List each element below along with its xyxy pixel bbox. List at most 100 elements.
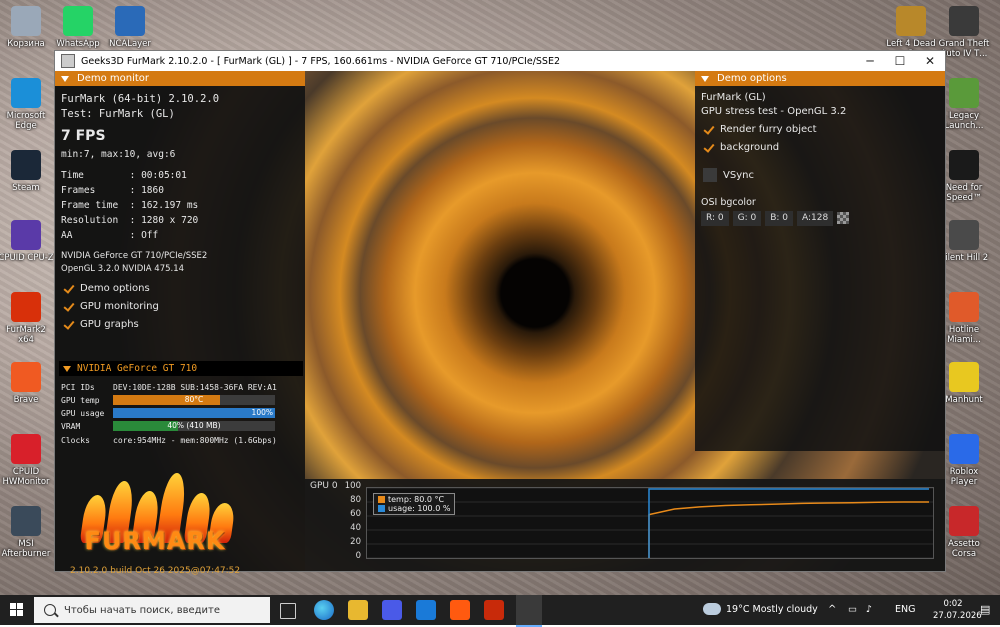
minimize-button[interactable]: ─ bbox=[855, 54, 885, 68]
speaker-icon[interactable]: ♪ bbox=[866, 595, 872, 625]
soundcloud-icon[interactable] bbox=[450, 600, 470, 620]
render-furry-checkbox[interactable]: Render furry object bbox=[703, 124, 817, 135]
checkbox-label: Demo options bbox=[80, 283, 150, 294]
desktop-icon-label: Корзина bbox=[7, 39, 45, 49]
antialiasing: AA : Off bbox=[61, 230, 159, 241]
close-button[interactable]: ✕ bbox=[915, 54, 945, 68]
search-icon bbox=[44, 604, 56, 616]
app-icon bbox=[11, 362, 41, 392]
checkmark-icon bbox=[63, 283, 74, 294]
unchecked-box-icon bbox=[703, 168, 717, 182]
gpu-usage-label: GPU usage bbox=[61, 409, 105, 418]
gpu-temp-label: GPU temp bbox=[61, 396, 100, 405]
graph-legend: temp: 80.0 °C usage: 100.0 % bbox=[373, 493, 456, 515]
desktop-icon-label: WhatsApp bbox=[56, 39, 100, 49]
gpu-usage-bar: 100% bbox=[113, 408, 275, 418]
red-channel-input[interactable]: R: 0 bbox=[701, 211, 729, 226]
clocks-value: core:954MHz - mem:800MHz (1.6Gbps) bbox=[113, 436, 277, 445]
legend-swatch bbox=[378, 496, 385, 503]
desktop-icon[interactable]: Steam bbox=[0, 150, 54, 193]
desktop-icon-label: FurMark2 x64 bbox=[6, 325, 46, 345]
desktop-icon[interactable]: Brave bbox=[0, 362, 54, 405]
checkbox-label: background bbox=[720, 142, 780, 153]
active-window-taskbar-icon[interactable] bbox=[516, 595, 542, 627]
app-icon bbox=[11, 220, 41, 250]
language-indicator[interactable]: ENG bbox=[895, 595, 915, 625]
furmark-logo: FURMARK bbox=[75, 466, 236, 561]
desktop-icon-label: CPUID CPU-Z bbox=[0, 253, 54, 263]
vram-label: VRAM bbox=[61, 422, 81, 431]
opengl-version: OpenGL 3.2.0 NVIDIA 475.14 bbox=[61, 264, 185, 274]
desktop-icon-label: Microsoft Edge bbox=[6, 111, 46, 131]
desktop-icon[interactable]: CPUID HWMonitor bbox=[0, 434, 54, 487]
demo-options-checkbox[interactable]: Demo options bbox=[63, 283, 150, 294]
network-icon[interactable]: ▭ bbox=[848, 595, 857, 625]
gpu-graphs-checkbox[interactable]: GPU graphs bbox=[63, 319, 139, 330]
gpu-model: NVIDIA GeForce GT 710 bbox=[77, 363, 198, 374]
vram-text: 40% (410 MB) bbox=[167, 421, 221, 430]
legend-item-usage: usage: 100.0 % bbox=[378, 504, 450, 513]
checkmark-icon bbox=[703, 124, 714, 135]
y-tick-label: 80 bbox=[350, 495, 361, 505]
green-channel-input[interactable]: G: 0 bbox=[732, 211, 762, 226]
checkbox-label: GPU monitoring bbox=[80, 301, 159, 312]
app-icon bbox=[949, 150, 979, 180]
windows-start-icon[interactable] bbox=[10, 603, 24, 617]
desktop-icon[interactable]: Microsoft Edge bbox=[0, 78, 54, 131]
demo-monitor-header[interactable]: Demo monitor bbox=[55, 71, 305, 86]
desktop-icon[interactable]: NCALayer bbox=[102, 6, 158, 49]
legend-item-temp: temp: 80.0 °C bbox=[378, 495, 450, 504]
store-icon[interactable] bbox=[382, 600, 402, 620]
app-icon bbox=[63, 6, 93, 36]
y-tick-label: 100 bbox=[344, 481, 361, 491]
edge-taskbar-icon[interactable] bbox=[314, 600, 334, 620]
desktop-icon[interactable]: WhatsApp bbox=[50, 6, 106, 49]
desktop-icon-label: CPUID HWMonitor bbox=[2, 467, 50, 487]
desktop-icon[interactable]: MSI Afterburner bbox=[0, 506, 54, 559]
background-checkbox[interactable]: background bbox=[703, 142, 779, 153]
desktop-icon-label: Steam bbox=[12, 183, 40, 193]
demo-options-title: Demo options bbox=[717, 73, 787, 84]
maximize-button[interactable]: ☐ bbox=[885, 54, 915, 68]
demo-name: FurMark (GL) bbox=[701, 92, 766, 103]
desktop-icon[interactable]: CPUID CPU-Z bbox=[0, 220, 54, 263]
desktop-icon[interactable]: Корзина bbox=[0, 6, 54, 49]
gpu-monitoring-checkbox[interactable]: GPU monitoring bbox=[63, 301, 159, 312]
demo-options-panel: Demo options FurMark (GL) GPU stress tes… bbox=[695, 71, 945, 451]
gpu-section-header[interactable]: NVIDIA GeForce GT 710 bbox=[59, 361, 303, 376]
vsync-checkbox[interactable]: VSync bbox=[703, 168, 754, 182]
y-tick-label: 20 bbox=[350, 537, 361, 547]
demo-options-header[interactable]: Demo options bbox=[695, 71, 945, 86]
alpha-channel-input[interactable]: A:128 bbox=[797, 211, 834, 226]
fps-value: 7 FPS bbox=[61, 128, 106, 144]
taskbar-search-box[interactable]: Чтобы начать поиск, введите bbox=[34, 597, 270, 623]
task-view-icon[interactable] bbox=[280, 603, 296, 619]
clock[interactable]: 0:02 27.07.2026 bbox=[933, 598, 982, 622]
file-explorer-icon[interactable] bbox=[348, 600, 368, 620]
window-title: Geeks3D FurMark 2.10.2.0 - [ FurMark (GL… bbox=[81, 55, 560, 67]
desktop-icon-label: NCALayer bbox=[109, 39, 151, 49]
window-titlebar[interactable]: Geeks3D FurMark 2.10.2.0 - [ FurMark (GL… bbox=[55, 51, 945, 71]
color-preview-swatch[interactable] bbox=[837, 212, 850, 224]
weather-text[interactable]: 19°C Mostly cloudy bbox=[726, 595, 818, 625]
frame-time: Frame time : 162.197 ms bbox=[61, 200, 199, 211]
tray-chevron-icon[interactable]: ^ bbox=[828, 595, 836, 625]
gpu-usage-text: 100% bbox=[251, 408, 273, 417]
furmark-taskbar-icon[interactable] bbox=[484, 600, 504, 620]
desktop-icon[interactable]: FurMark2 x64 bbox=[0, 292, 54, 345]
furmark-window[interactable]: Geeks3D FurMark 2.10.2.0 - [ FurMark (GL… bbox=[54, 50, 946, 576]
collapse-triangle-icon bbox=[63, 365, 71, 372]
y-tick-label: 40 bbox=[350, 523, 361, 533]
legend-label: usage: 100.0 % bbox=[388, 504, 451, 513]
legend-label: temp: 80.0 °C bbox=[388, 495, 445, 504]
taskbar: Чтобы начать поиск, введите 19°C Mostly … bbox=[0, 595, 1000, 627]
notifications-icon[interactable]: ▤ bbox=[980, 595, 990, 625]
gpu-temp-text: 80°C bbox=[184, 395, 204, 404]
blue-channel-input[interactable]: B: 0 bbox=[765, 211, 793, 226]
pci-ids-label: PCI IDs bbox=[61, 383, 95, 392]
mail-icon[interactable] bbox=[416, 600, 436, 620]
pci-ids-value: DEV:10DE-128B SUB:1458-36FA REV:A1 bbox=[113, 383, 277, 392]
app-icon bbox=[949, 6, 979, 36]
y-tick-label: 0 bbox=[355, 551, 361, 561]
clock-time: 0:02 bbox=[943, 599, 963, 609]
